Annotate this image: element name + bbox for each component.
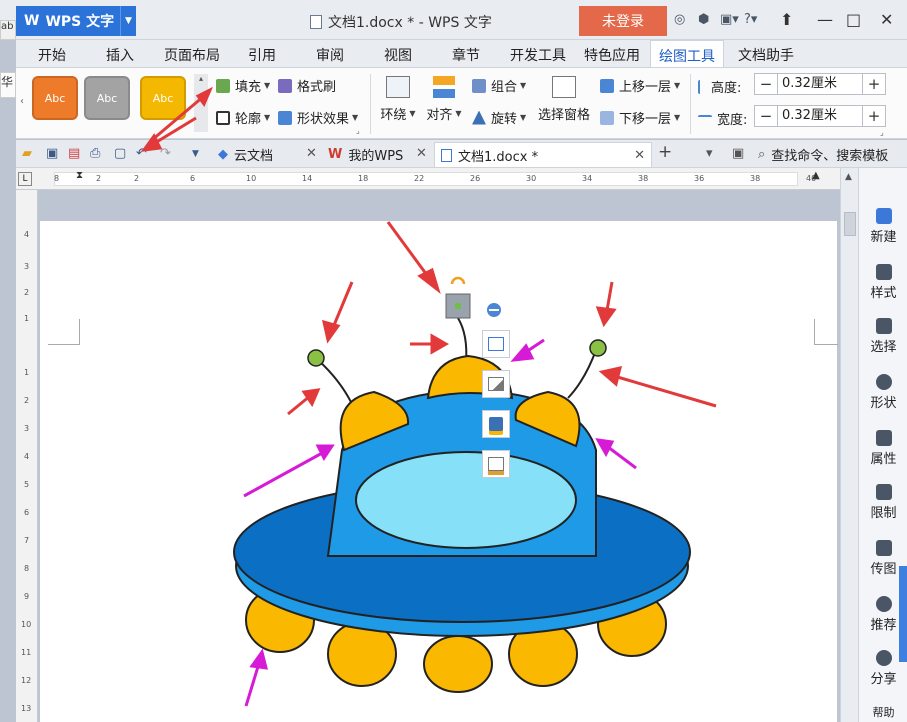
scroll-up-icon[interactable]: ▲: [845, 172, 852, 182]
sidebar-item-select[interactable]: 选择: [859, 318, 907, 355]
layout-options-button[interactable]: [482, 330, 510, 358]
vertical-scrollbar[interactable]: ▲: [840, 168, 858, 722]
select-icon: [875, 318, 892, 334]
fill-pointer-arrow: [151, 86, 213, 142]
share-icon: [875, 650, 892, 666]
pen-icon: [488, 457, 504, 471]
style-icon: [875, 264, 892, 280]
sidebar-item-style[interactable]: 样式: [859, 264, 907, 301]
sidebar-item-help[interactable]: 帮助: [859, 704, 907, 722]
new-icon: [875, 208, 892, 224]
layout-icon: [488, 337, 504, 351]
image-icon: [875, 540, 892, 556]
shape-style-button[interactable]: [482, 370, 510, 398]
sidebar-item-restrict[interactable]: 限制: [859, 484, 907, 521]
sidebar-item-new[interactable]: 新建: [859, 208, 907, 245]
lock-icon: [875, 484, 892, 500]
sidebar-item-shape[interactable]: 形状: [859, 374, 907, 411]
shape-style-icon: [488, 377, 504, 391]
scroll-thumb[interactable]: [844, 212, 856, 236]
shape-outline-button[interactable]: [482, 450, 510, 478]
shape-icon: [875, 374, 892, 390]
shape-fill-button[interactable]: [482, 410, 510, 438]
properties-icon: [875, 430, 892, 446]
side-panel-tab[interactable]: [899, 566, 907, 662]
badge-icon: [875, 596, 892, 612]
sidebar-item-properties[interactable]: 属性: [859, 430, 907, 467]
paint-bucket-icon: [489, 417, 503, 431]
